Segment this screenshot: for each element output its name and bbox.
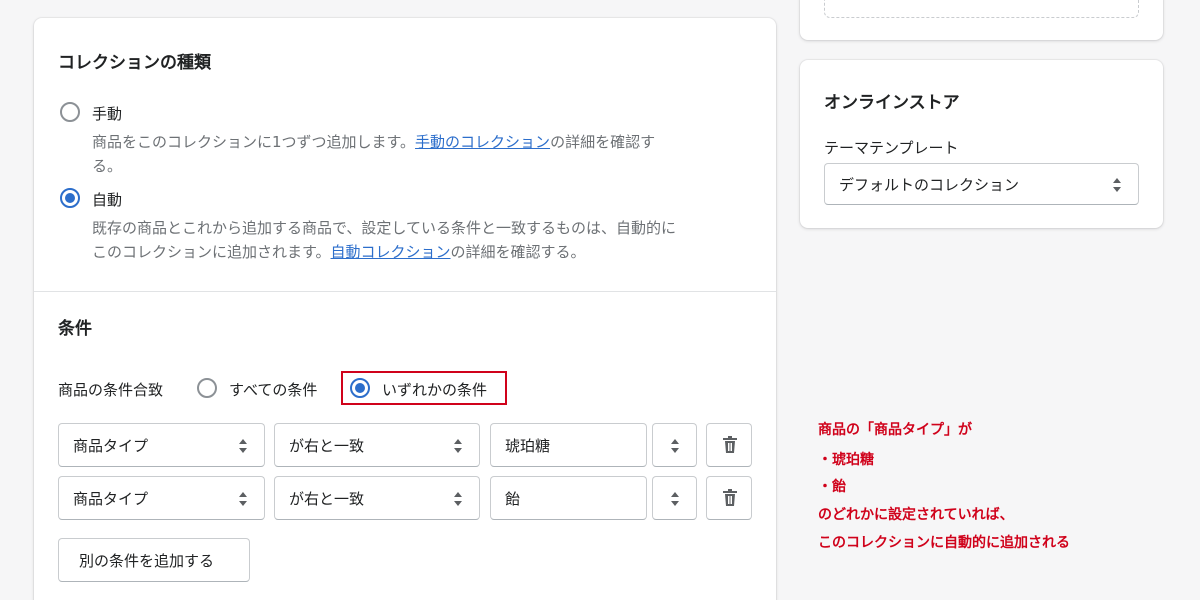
condition-operator-value: が右と一致 [289,490,365,508]
select-arrows-icon [453,439,463,453]
annotation-line: のどれかに設定されていれば、 [818,507,1014,523]
manual-collection-link[interactable]: 手動のコレクション [415,133,550,151]
condition-value-text: 琥珀糖 [505,437,551,455]
condition-field-value: 商品タイプ [73,437,149,455]
automatic-help-suffix: の詳細を確認する。 [450,243,586,261]
condition-value-stepper[interactable] [652,476,697,520]
condition-field-select[interactable]: 商品タイプ [58,476,265,520]
stepper-arrows-icon [670,439,680,453]
annotation-line: ・飴 [818,479,846,495]
manual-radio[interactable] [60,102,80,122]
online-store-card: オンラインストア テーマテンプレート デフォルトのコレクション [800,60,1163,228]
condition-operator-select[interactable]: が右と一致 [274,476,480,520]
annotation-line: ・琥珀糖 [818,452,874,468]
manual-help-text: 商品をこのコレクションに1つずつ追加します。手動のコレクションの詳細を確認す る… [92,130,752,178]
manual-help-prefix: 商品をこのコレクションに1つずつ追加します。 [92,133,416,151]
match-label: 商品の条件合致 [58,381,164,399]
delete-condition-button[interactable] [706,423,752,467]
theme-template-value: デフォルトのコレクション [839,176,1020,194]
match-all-radio[interactable] [197,378,217,398]
add-condition-label: 別の条件を追加する [79,552,215,570]
match-any-label[interactable]: いずれかの条件 [382,379,487,400]
automatic-help-line1: 既存の商品とこれから追加する商品で、設定している条件と一致するものは、自動的に [92,219,676,237]
dropzone-partial[interactable] [824,0,1139,18]
section-divider [34,291,776,292]
manual-label[interactable]: 手動 [92,103,122,124]
partial-card-top [800,0,1163,40]
select-arrows-icon [238,439,248,453]
condition-field-value: 商品タイプ [73,490,149,508]
add-condition-button[interactable]: 別の条件を追加する [58,538,250,582]
theme-template-label: テーマテンプレート [824,139,959,157]
condition-value-input[interactable]: 琥珀糖 [490,423,647,467]
delete-condition-button[interactable] [706,476,752,520]
condition-field-select[interactable]: 商品タイプ [58,423,265,467]
manual-help-suffix: の詳細を確認す [550,133,656,151]
condition-operator-select[interactable]: が右と一致 [274,423,480,467]
match-any-radio[interactable] [350,378,370,398]
select-arrows-icon [238,492,248,506]
trash-icon [723,436,737,453]
conditions-heading: 条件 [58,319,92,339]
match-all-label[interactable]: すべての条件 [229,379,317,400]
manual-help-line2: る。 [92,157,123,175]
automatic-collection-link[interactable]: 自動コレクション [331,243,451,261]
collection-main-card: コレクションの種類 手動 商品をこのコレクションに1つずつ追加します。手動のコレ… [34,18,776,600]
annotation-line: 商品の「商品タイプ」が [818,422,972,438]
annotation-line: このコレクションに自動的に追加される [818,535,1070,551]
online-store-heading: オンラインストア [824,93,960,113]
select-arrows-icon [1112,178,1122,192]
select-arrows-icon [453,492,463,506]
condition-value-input[interactable]: 飴 [490,476,647,520]
condition-value-text: 飴 [505,490,521,508]
automatic-help-text: 既存の商品とこれから追加する商品で、設定している条件と一致するものは、自動的に … [92,216,782,264]
stepper-arrows-icon [670,492,680,506]
automatic-label[interactable]: 自動 [92,189,122,210]
condition-value-stepper[interactable] [652,423,697,467]
automatic-radio[interactable] [60,188,80,208]
collection-type-heading: コレクションの種類 [58,53,211,73]
condition-operator-value: が右と一致 [289,437,365,455]
trash-icon [723,489,737,506]
automatic-help-prefix: このコレクションに追加されます。 [92,243,331,261]
theme-template-select[interactable]: デフォルトのコレクション [824,163,1139,205]
